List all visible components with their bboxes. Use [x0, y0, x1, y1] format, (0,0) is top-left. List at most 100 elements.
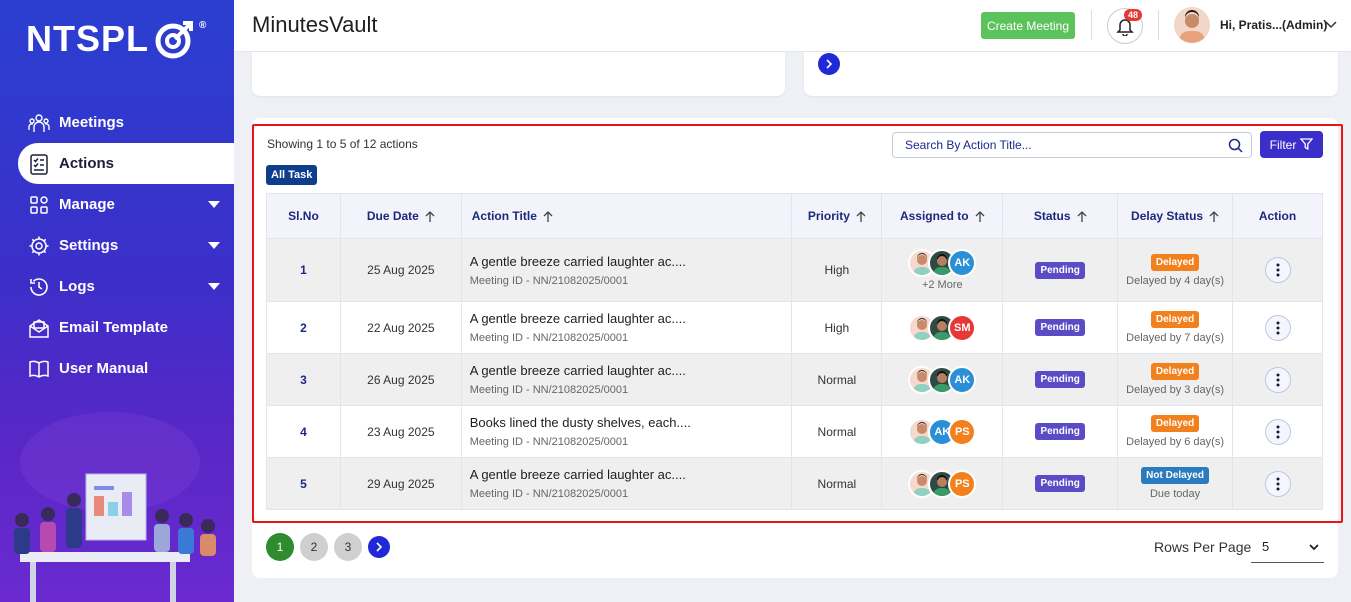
priority-cell: High	[791, 301, 883, 354]
priority-cell: High	[791, 238, 883, 302]
sidebar-item-user-manual[interactable]: User Manual	[0, 348, 234, 389]
table-row[interactable]: 2 22 Aug 2025 A gentle breeze carried laug…	[266, 301, 1323, 354]
grid-icon	[28, 194, 50, 216]
col-delay-status[interactable]: Delay Status	[1117, 193, 1234, 239]
action-title[interactable]: A gentle breeze carried laughter ac....	[470, 363, 792, 378]
delay-detail: Due today	[1149, 488, 1201, 500]
action-title[interactable]: Books lined the dusty shelves, each....	[470, 415, 792, 430]
action-title-cell[interactable]: A gentle breeze carried laughter ac.... M…	[460, 301, 793, 354]
sidebar-item-label: Logs	[59, 278, 95, 295]
kebab-menu-icon	[1276, 263, 1279, 277]
assigned-to-cell: SM	[881, 301, 1004, 354]
sidebar-item-actions[interactable]: Actions	[18, 143, 234, 184]
chevron-down-icon	[1309, 544, 1319, 551]
table-row[interactable]: 1 25 Aug 2025 A gentle breeze carried laug…	[266, 238, 1323, 302]
book-icon	[28, 358, 50, 380]
assignee-avatar[interactable]: AK	[948, 249, 977, 277]
page-button[interactable]: 1	[266, 533, 294, 561]
sidebar-item-label: Settings	[59, 237, 119, 254]
due-date-cell: 26 Aug 2025	[339, 353, 462, 406]
assigned-to-cell: AK PS	[881, 405, 1004, 458]
sort-arrow-icon[interactable]	[856, 210, 866, 223]
mail-icon	[28, 317, 50, 339]
assignee-avatar[interactable]: AK	[948, 365, 977, 394]
sidebar-item-meetings[interactable]: Meetings	[0, 102, 234, 143]
delay-detail: Delayed by 6 day(s)	[1126, 436, 1224, 448]
delay-badge: Delayed	[1150, 311, 1200, 328]
row-menu-button[interactable]	[1264, 257, 1291, 283]
assignee-avatar[interactable]: PS	[948, 417, 977, 446]
sort-arrow-icon[interactable]	[543, 210, 553, 223]
sidebar-item-manage[interactable]: Manage	[0, 184, 234, 225]
filter-button[interactable]: Filter	[1260, 131, 1323, 158]
assignee-avatar[interactable]: PS	[948, 469, 977, 498]
col-assigned-to[interactable]: Assigned to	[881, 193, 1004, 239]
more-assignees-link[interactable]: +2 More	[882, 279, 1002, 291]
assigned-to-cell: AK	[881, 353, 1004, 406]
table-row[interactable]: 4 23 Aug 2025 Books lined the dusty shelve…	[266, 405, 1323, 458]
row-menu-button[interactable]	[1264, 366, 1291, 393]
action-title-cell[interactable]: A gentle breeze carried laughter ac.... M…	[460, 457, 793, 510]
row-menu-button[interactable]	[1264, 418, 1291, 445]
next-page-button[interactable]	[368, 536, 390, 558]
status-badge: Pending	[1035, 319, 1085, 336]
kebab-menu-icon	[1276, 425, 1279, 438]
sort-arrow-icon[interactable]	[975, 210, 985, 223]
col-action-title[interactable]: Action Title	[460, 193, 793, 239]
table-row[interactable]: 3 26 Aug 2025 A gentle breeze carried laug…	[266, 353, 1323, 406]
sort-arrow-icon[interactable]	[1209, 210, 1219, 223]
sort-arrow-icon[interactable]	[1077, 210, 1087, 223]
logo[interactable]: NTSPL ®	[26, 18, 207, 60]
header-divider	[1091, 10, 1092, 40]
action-title-cell[interactable]: A gentle breeze carried laughter ac.... M…	[460, 353, 793, 406]
meeting-id: Meeting ID - NN/21082025/0001	[469, 384, 629, 396]
page-button[interactable]: 3	[334, 533, 362, 561]
sort-arrow-icon[interactable]	[425, 210, 435, 223]
meetings-icon	[28, 112, 50, 134]
due-date-cell: 25 Aug 2025	[339, 238, 462, 302]
action-title-cell[interactable]: Books lined the dusty shelves, each.... M…	[460, 405, 793, 458]
kebab-menu-icon	[1276, 321, 1279, 334]
user-avatar[interactable]	[1174, 7, 1210, 43]
action-title[interactable]: A gentle breeze carried laughter ac....	[470, 467, 792, 482]
row-menu-button[interactable]	[1264, 314, 1291, 341]
status-cell: Pending	[1002, 238, 1119, 302]
chevron-down-icon[interactable]	[1324, 18, 1338, 32]
checklist-icon	[28, 153, 50, 175]
search-icon[interactable]	[1228, 138, 1243, 153]
caret-down-icon	[208, 283, 220, 290]
create-meeting-button[interactable]: Create Meeting	[981, 12, 1075, 39]
delay-detail: Delayed by 4 day(s)	[1126, 274, 1224, 287]
assignee-avatar[interactable]: SM	[948, 313, 977, 342]
action-title[interactable]: A gentle breeze carried laughter ac....	[470, 311, 792, 326]
delay-badge: Delayed	[1150, 253, 1200, 271]
assigned-to-cell: AK +2 More	[881, 238, 1004, 302]
sidebar-item-label: Email Template	[59, 319, 168, 336]
all-task-chip[interactable]: All Task	[266, 165, 318, 185]
action-title-cell[interactable]: A gentle breeze carried laughter ac.... M…	[460, 238, 793, 302]
sidebar-item-settings[interactable]: Settings	[0, 225, 234, 266]
sl-no-cell: 1	[266, 238, 341, 302]
search-input[interactable]	[893, 133, 1213, 157]
status-badge: Pending	[1035, 475, 1085, 492]
table-row[interactable]: 5 29 Aug 2025 A gentle breeze carried laug…	[266, 457, 1323, 510]
logo-text: NTSPL	[26, 18, 150, 59]
col-priority[interactable]: Priority	[791, 193, 883, 239]
pagination: 1 2 3	[266, 533, 390, 561]
row-menu-button[interactable]	[1264, 470, 1291, 497]
page-button[interactable]: 2	[300, 533, 328, 561]
card-next-button[interactable]	[818, 53, 840, 75]
due-date-cell: 23 Aug 2025	[339, 405, 462, 458]
sl-no-cell: 4	[266, 405, 341, 458]
col-status[interactable]: Status	[1002, 193, 1119, 239]
sidebar-item-logs[interactable]: Logs	[0, 266, 234, 307]
meeting-id: Meeting ID - NN/21082025/0001	[469, 488, 629, 500]
action-title[interactable]: A gentle breeze carried laughter ac....	[470, 254, 792, 269]
meeting-illustration	[14, 412, 216, 602]
col-due-date[interactable]: Due Date	[339, 193, 462, 239]
notification-count-badge: 48	[1124, 9, 1143, 21]
user-menu-label[interactable]: Hi, Pratis...(Admin)	[1220, 18, 1327, 32]
logo-mark-icon	[155, 21, 194, 59]
sidebar-item-email-template[interactable]: Email Template	[0, 307, 234, 348]
rows-per-page-select[interactable]: 5	[1251, 532, 1324, 563]
